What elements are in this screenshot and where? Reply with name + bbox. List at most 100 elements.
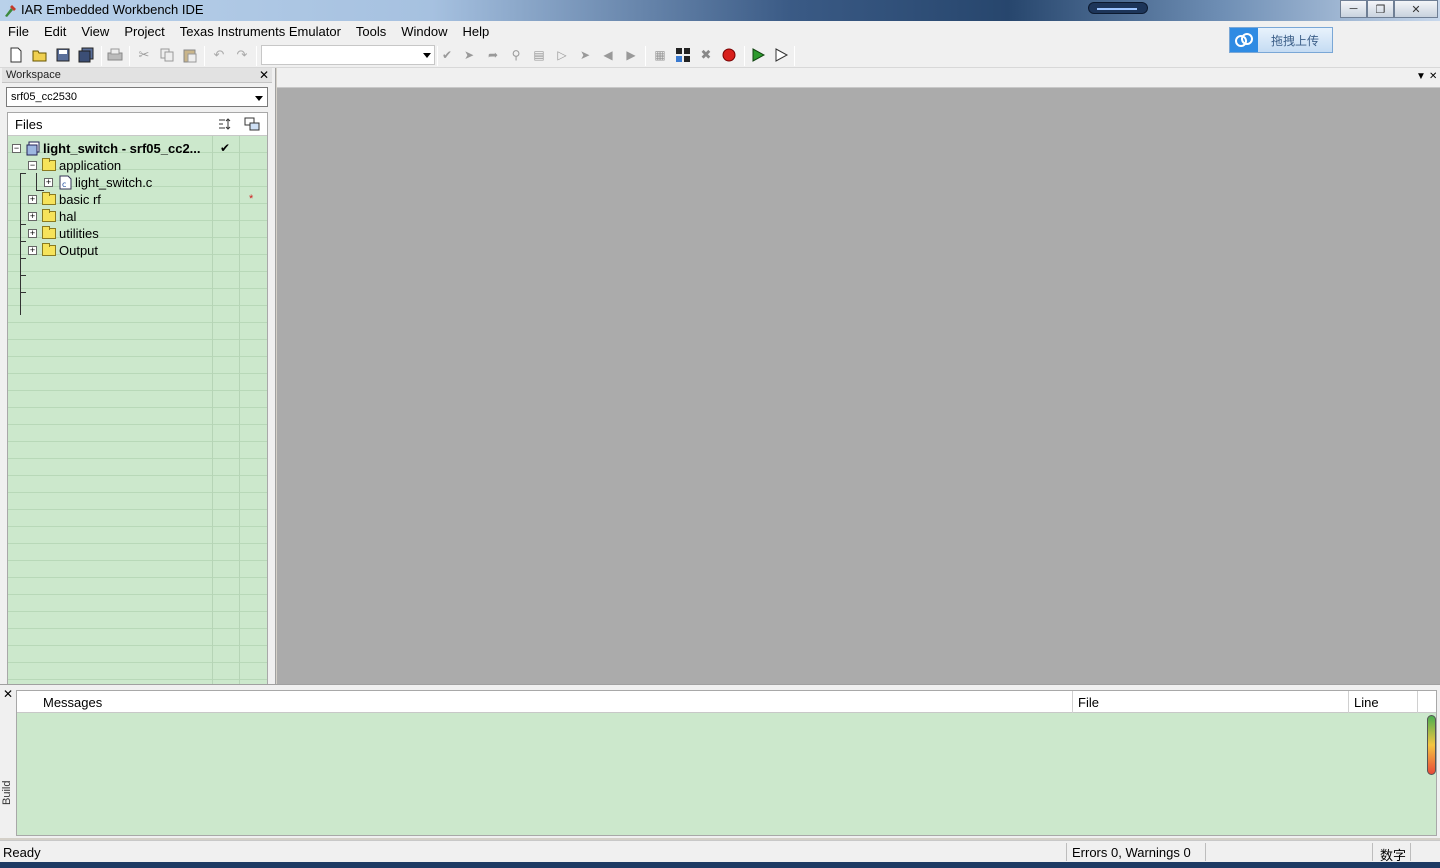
tree-item-application[interactable]: − application xyxy=(8,157,212,174)
debug-without-downloading-icon[interactable] xyxy=(772,46,790,64)
minimize-button[interactable]: ─ xyxy=(1340,0,1367,18)
make-icon[interactable] xyxy=(674,46,692,64)
copy-icon[interactable] xyxy=(158,46,176,64)
navigate-back-icon[interactable]: ◀ xyxy=(599,46,617,64)
folder-icon xyxy=(42,226,56,239)
print-icon[interactable] xyxy=(106,46,124,64)
open-folder-icon[interactable] xyxy=(31,46,49,64)
svg-text:c: c xyxy=(62,180,66,189)
navigate-forward-icon[interactable]: ▷ xyxy=(553,46,571,64)
close-icon: ✕ xyxy=(1411,3,1421,16)
download-and-debug-icon[interactable] xyxy=(749,46,767,64)
redo-icon[interactable]: ↷ xyxy=(233,46,251,64)
close-button[interactable]: ✕ xyxy=(1394,0,1438,18)
editor-tab-strip: ▼ ✕ xyxy=(277,68,1440,88)
compile-icon[interactable]: ▦ xyxy=(651,46,669,64)
cut-icon[interactable]: ✂ xyxy=(135,46,153,64)
expand-icon[interactable]: + xyxy=(44,178,53,187)
editor-area: ▼ ✕ xyxy=(277,68,1440,684)
go-to-icon[interactable]: ✔ xyxy=(438,46,456,64)
tree-item-output[interactable]: + Output xyxy=(8,242,212,259)
close-build-icon[interactable]: ✕ xyxy=(3,687,13,701)
folder-label: hal xyxy=(59,209,77,224)
navigate-next-icon[interactable]: ➤ xyxy=(576,46,594,64)
menu-view[interactable]: View xyxy=(73,21,116,42)
close-editor-icon[interactable]: ✕ xyxy=(1429,71,1437,82)
tree-item-utilities[interactable]: + utilities xyxy=(8,225,212,242)
next-bookmark-icon[interactable]: ➦ xyxy=(484,46,502,64)
status-text: Ready xyxy=(3,845,41,860)
undo-icon[interactable]: ↶ xyxy=(210,46,228,64)
save-all-icon[interactable] xyxy=(77,46,95,64)
build-messages-list: Messages File Line xyxy=(16,690,1437,836)
expand-icon[interactable]: + xyxy=(28,195,37,204)
taskbar xyxy=(0,862,1440,868)
expand-icon[interactable]: + xyxy=(28,212,37,221)
build-checkmark-icon: ✔ xyxy=(220,141,231,155)
toolbar: ✂ ↶ ↷ ✔ ➤ ➦ ⚲ ▤ ▷ ➤ ◀ ▶ ▦ ✖ xyxy=(0,42,1440,68)
tree-item-light-switch-c[interactable]: + c light_switch.c xyxy=(8,174,212,191)
title-bar: IAR Embedded Workbench IDE ─ ❐ ✕ xyxy=(0,0,1440,21)
menu-help[interactable]: Help xyxy=(455,21,497,42)
maximize-button[interactable]: ❐ xyxy=(1367,0,1394,18)
build-status-column-icon[interactable] xyxy=(244,116,260,132)
paste-icon[interactable] xyxy=(181,46,199,64)
expand-icon[interactable]: + xyxy=(28,246,37,255)
modified-marker: * xyxy=(249,193,254,205)
workspace-panel: Workspace ✕ srf05_cc2530 Files − light_s… xyxy=(0,68,276,742)
find-combo[interactable] xyxy=(261,45,435,65)
iar-app-icon xyxy=(5,5,16,17)
collapse-icon[interactable]: − xyxy=(12,144,21,153)
desktop-gadget xyxy=(1088,2,1148,14)
save-icon[interactable] xyxy=(54,46,72,64)
tree-header: Files xyxy=(8,113,267,136)
workspace-title: Workspace xyxy=(6,69,61,81)
folder-label: Output xyxy=(59,243,99,258)
configuration-select[interactable]: srf05_cc2530 xyxy=(6,87,268,107)
folder-icon xyxy=(42,209,56,222)
folder-icon xyxy=(42,192,56,205)
window-title: IAR Embedded Workbench IDE xyxy=(21,2,204,17)
folder-label: utilities xyxy=(59,226,99,241)
scroll-indicator[interactable] xyxy=(1427,715,1436,775)
workspace-header: Workspace ✕ xyxy=(2,68,272,83)
line-column-header[interactable]: Line xyxy=(1354,695,1379,710)
menu-project[interactable]: Project xyxy=(116,21,171,42)
build-tab[interactable]: Build xyxy=(1,781,13,805)
folder-icon xyxy=(42,243,56,256)
menu-tools[interactable]: Tools xyxy=(348,21,393,42)
upload-widget[interactable]: 拖拽上传 xyxy=(1229,27,1333,53)
tree-item-hal[interactable]: + hal xyxy=(8,208,212,225)
upload-label: 拖拽上传 xyxy=(1271,33,1320,48)
c-source-file-icon: c xyxy=(59,175,72,190)
menu-bar: File Edit View Project Texas Instruments… xyxy=(0,21,1440,42)
stop-build-icon[interactable]: ✖ xyxy=(697,46,715,64)
configuration-value: srf05_cc2530 xyxy=(11,91,78,103)
cloud-icon xyxy=(1230,28,1258,52)
menu-texas-instruments-emulator[interactable]: Texas Instruments Emulator xyxy=(172,21,348,42)
find-in-files-icon[interactable]: ⚲ xyxy=(507,46,525,64)
messages-column-header[interactable]: Messages xyxy=(43,695,102,710)
project-label: light_switch - srf05_cc2... xyxy=(43,141,201,156)
expand-icon[interactable]: + xyxy=(28,229,37,238)
menu-window[interactable]: Window xyxy=(393,21,454,42)
status-bar: Ready Errors 0, Warnings 0 数字 xyxy=(0,840,1440,863)
tree-item-project[interactable]: − light_switch - srf05_cc2... xyxy=(8,140,212,157)
close-workspace-icon[interactable]: ✕ xyxy=(259,68,269,82)
collapse-icon[interactable]: − xyxy=(28,161,37,170)
window-list-icon[interactable]: ▼ xyxy=(1416,71,1426,82)
toggle-bookmark-icon[interactable]: ➤ xyxy=(460,46,478,64)
replace-icon[interactable]: ▤ xyxy=(530,46,548,64)
project-icon xyxy=(26,141,40,156)
menu-edit[interactable]: Edit xyxy=(36,21,73,42)
tree-item-basic-rf[interactable]: + basic rf xyxy=(8,191,212,208)
file-label: light_switch.c xyxy=(75,175,153,190)
navigate-forward-alt-icon[interactable]: ▶ xyxy=(622,46,640,64)
menu-file[interactable]: File xyxy=(0,21,36,42)
restore-icon: ❐ xyxy=(1375,3,1386,16)
new-file-icon[interactable] xyxy=(7,46,25,64)
file-column-header[interactable]: File xyxy=(1078,695,1099,710)
errors-warnings-count: Errors 0, Warnings 0 xyxy=(1072,845,1191,860)
toggle-breakpoint-icon[interactable] xyxy=(720,46,738,64)
options-column-icon[interactable] xyxy=(217,116,233,132)
